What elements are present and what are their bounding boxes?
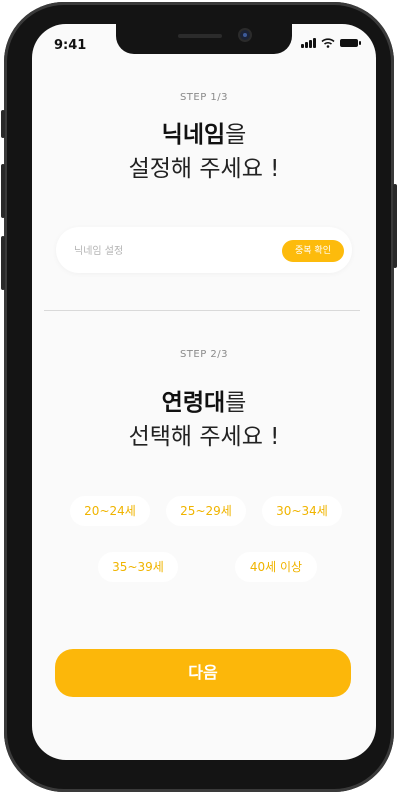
volume-down-button (1, 236, 5, 290)
battery-icon (340, 39, 361, 47)
status-time: 9:41 (54, 38, 87, 53)
front-camera-icon (240, 30, 250, 40)
age-option-20-24[interactable]: 20~24세 (70, 496, 150, 526)
age-option-25-29[interactable]: 25~29세 (166, 496, 246, 526)
app-screen: 9:41 STEP 1/3 닉네임을 설정해 주세요 ! 중복 확인 STEP … (32, 24, 376, 760)
age-option-40-plus[interactable]: 40세 이상 (235, 552, 317, 582)
cellular-signal-icon (301, 38, 316, 48)
step2-title-line2: 선택해 주세요 ! (128, 424, 280, 450)
nickname-field-container: 중복 확인 (56, 227, 352, 273)
step1-label: STEP 1/3 (179, 92, 229, 103)
volume-up-button (1, 164, 5, 218)
speaker-grille (178, 34, 222, 38)
age-option-35-39[interactable]: 35~39세 (98, 552, 178, 582)
power-button (393, 184, 397, 268)
notch (116, 24, 292, 54)
phone-frame: 9:41 STEP 1/3 닉네임을 설정해 주세요 ! 중복 확인 STEP … (1, 2, 397, 792)
next-button[interactable]: 다음 (55, 649, 351, 697)
step2-label: STEP 2/3 (179, 349, 229, 360)
step2-title-rest: 를 (225, 390, 247, 416)
status-icons (301, 38, 361, 48)
duplicate-check-button[interactable]: 중복 확인 (282, 240, 344, 262)
wifi-icon (321, 38, 335, 48)
mute-switch (1, 110, 5, 138)
step1-title-bold: 닉네임 (161, 122, 226, 148)
step1-title-rest: 을 (225, 122, 247, 148)
step2-title-bold: 연령대 (161, 390, 226, 416)
nickname-input[interactable] (72, 240, 266, 262)
step1-title: 닉네임을 설정해 주세요 ! (32, 118, 376, 186)
step1-title-line2: 설정해 주세요 ! (128, 156, 280, 182)
step2-title: 연령대를 선택해 주세요 ! (32, 386, 376, 454)
age-option-30-34[interactable]: 30~34세 (262, 496, 342, 526)
section-divider (44, 310, 360, 311)
